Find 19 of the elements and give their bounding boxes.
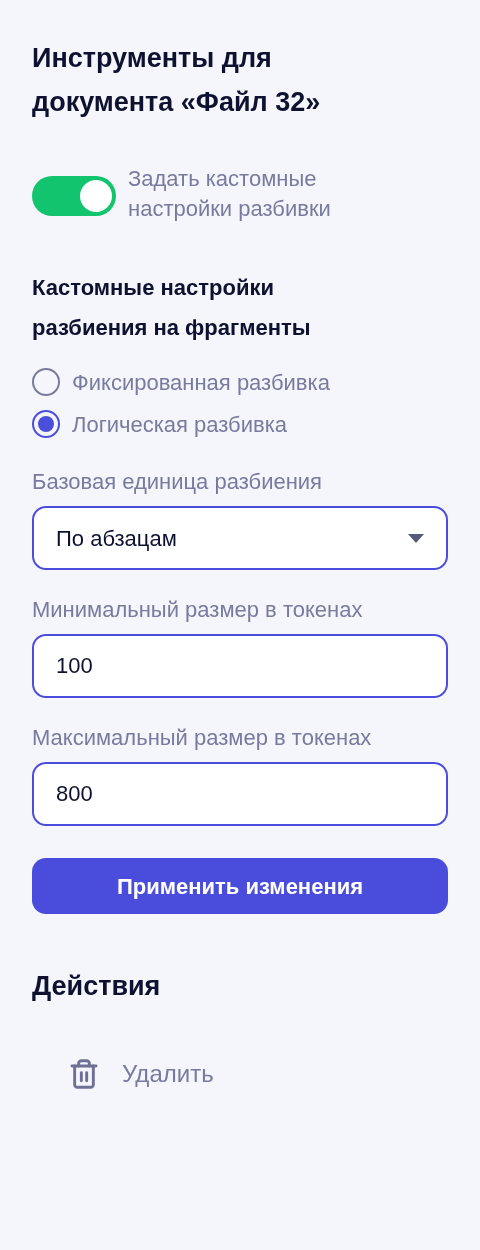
field-label: Минимальный размер в токенах xyxy=(32,596,364,624)
panel-title: Инструменты для документа «Файл 32» xyxy=(32,42,322,119)
section-title: Кастомные настройки разбиения на фрагменты xyxy=(32,274,312,342)
toggle-switch[interactable] xyxy=(32,176,116,216)
unit-select[interactable]: По абзацам xyxy=(32,506,448,570)
input-field[interactable]: 100 xyxy=(32,634,448,698)
field-label: Базовая единица разбиения xyxy=(32,468,323,496)
apply-button[interactable]: Применить изменения xyxy=(32,858,448,914)
toggle-label: Задать кастомные настройки разбивки xyxy=(128,165,332,223)
actions-title: Действия xyxy=(32,970,162,1003)
radio-button[interactable] xyxy=(32,410,60,438)
caret-icon xyxy=(408,533,424,543)
trash-icon xyxy=(68,1058,100,1090)
delete-button[interactable]: Удалить xyxy=(32,1054,448,1094)
field-label: Максимальный размер в токенах xyxy=(32,724,373,752)
radio-button[interactable] xyxy=(32,368,60,396)
radio-option[interactable]: Логическая разбивка xyxy=(32,406,448,442)
radio-option[interactable]: Фиксированная разбивка xyxy=(32,364,448,400)
input-field[interactable]: 800 xyxy=(32,762,448,826)
